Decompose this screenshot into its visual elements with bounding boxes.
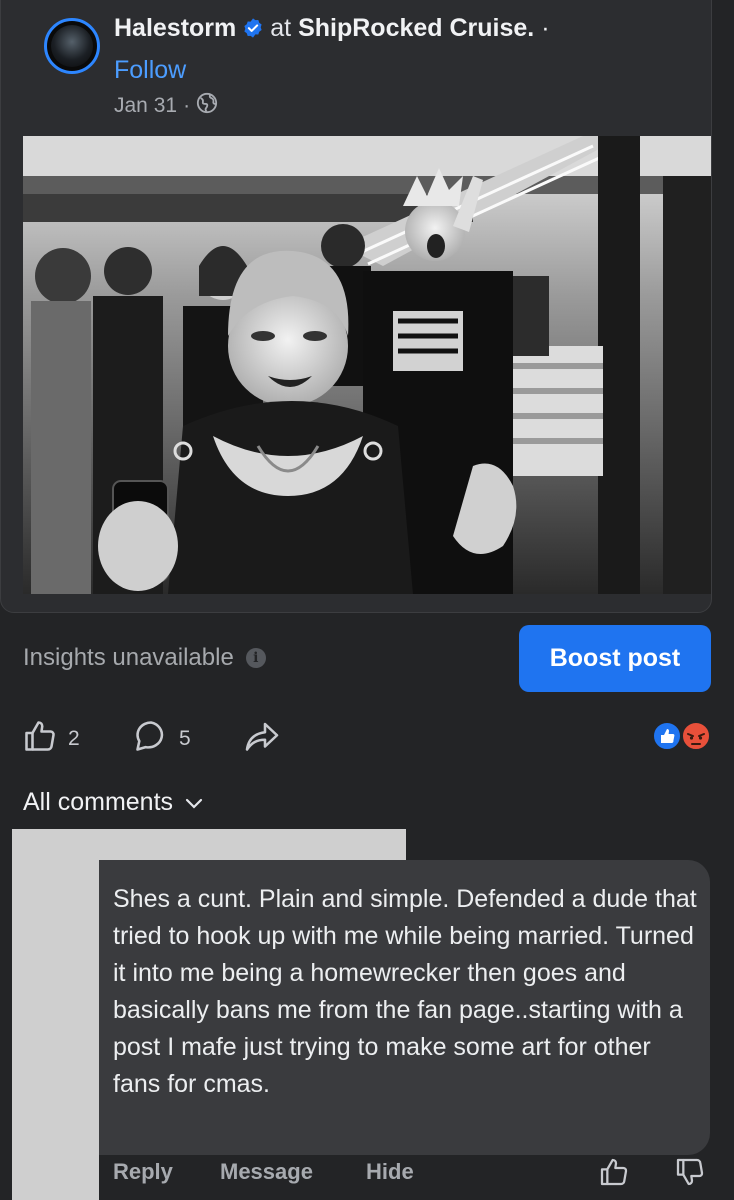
meta-separator: ·: [183, 94, 191, 117]
comment-dislike-icon[interactable]: [674, 1156, 706, 1193]
location-link[interactable]: ShipRocked Cruise.: [298, 14, 534, 42]
info-icon[interactable]: i: [245, 648, 266, 668]
avatar[interactable]: [44, 18, 100, 74]
verified-badge-icon: [242, 17, 264, 46]
comment-bubble-icon: [133, 718, 169, 760]
share-icon: [243, 718, 281, 760]
share-action[interactable]: [243, 718, 281, 760]
reactions-icons: [652, 721, 711, 751]
like-count: 2: [68, 727, 80, 750]
insights-row: Insights unavailable i: [23, 644, 266, 672]
comment-count: 5: [179, 727, 191, 750]
chevron-down-icon: [185, 788, 203, 817]
boost-post-button[interactable]: Boost post: [519, 625, 711, 692]
redacted-commenter-avatar: [12, 829, 99, 1200]
comment-action[interactable]: 5: [133, 718, 191, 760]
thumbs-up-icon: [22, 718, 58, 760]
globe-icon: [196, 92, 218, 120]
reactions-summary[interactable]: [652, 720, 714, 752]
angry-reaction-icon: [681, 721, 711, 751]
reply-button[interactable]: Reply: [113, 1159, 173, 1185]
message-button[interactable]: Message: [220, 1159, 313, 1185]
post-date[interactable]: Jan 31: [114, 94, 177, 118]
like-reaction-icon: [652, 721, 682, 751]
post-photo[interactable]: [23, 136, 711, 594]
follow-button[interactable]: Follow: [114, 56, 186, 85]
hide-button[interactable]: Hide: [366, 1159, 414, 1185]
header-separator: ·: [541, 14, 550, 42]
author-name[interactable]: Halestorm: [114, 14, 236, 42]
post-meta: Jan 31 ·: [114, 92, 218, 120]
like-action[interactable]: 2: [22, 718, 80, 760]
post-photo-image: [23, 136, 711, 594]
comments-filter[interactable]: All comments: [23, 788, 203, 817]
avatar-image: [51, 25, 93, 67]
comment-like-icon[interactable]: [598, 1156, 630, 1193]
comment-text: Shes a cunt. Plain and simple. Defended …: [113, 885, 697, 1098]
comments-filter-label: All comments: [23, 788, 174, 816]
insights-label: Insights unavailable: [23, 644, 234, 671]
at-text: at: [270, 14, 292, 42]
post-header: Halestorm at ShipRocked Cruise. ·: [114, 14, 550, 46]
